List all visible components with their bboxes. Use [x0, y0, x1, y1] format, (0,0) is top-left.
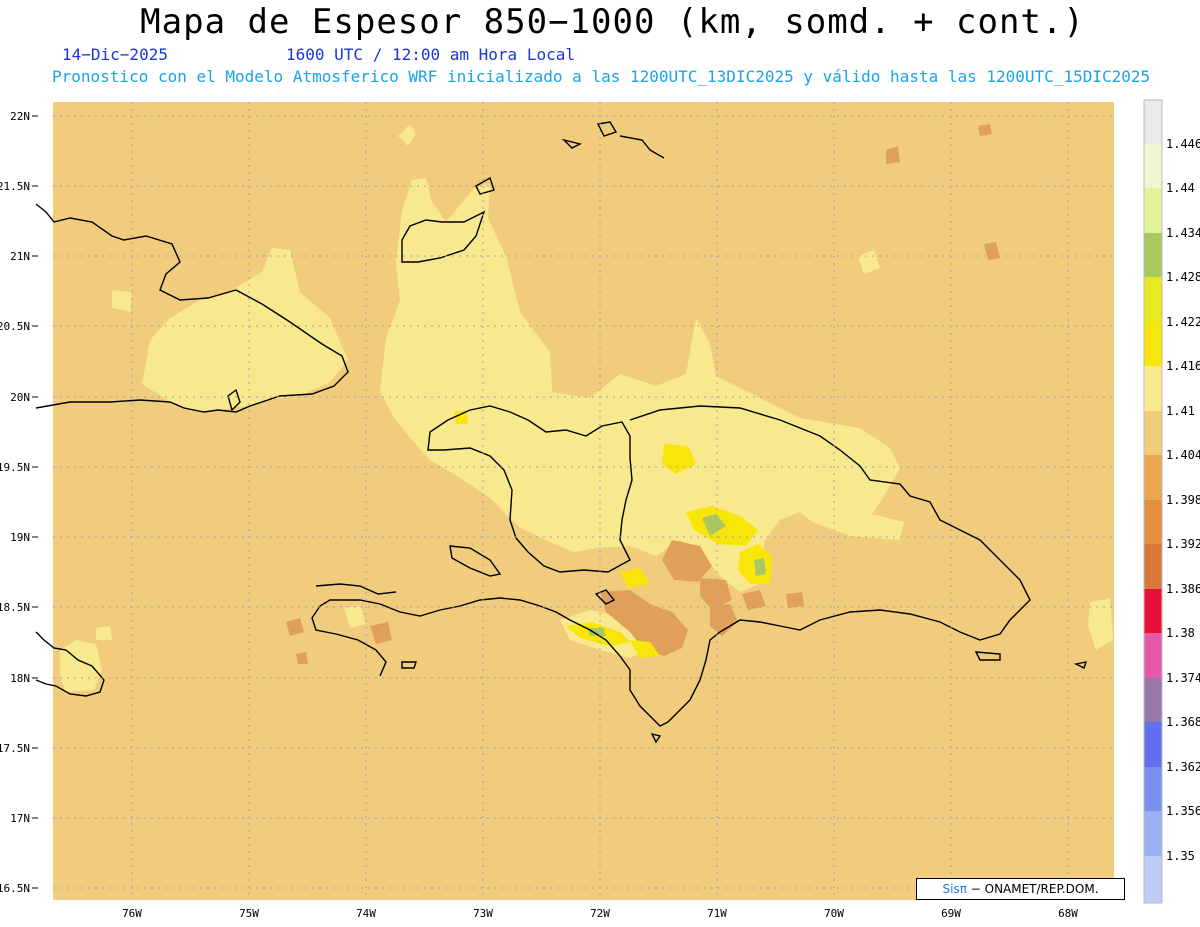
- lat-label: 20N: [10, 391, 30, 404]
- thickness-map: 22N 21.5N 21N 20.5N 20N 19.5N 19N 18.5N …: [0, 99, 1200, 920]
- lon-label: 70W: [824, 907, 844, 920]
- colorbar-label: 1.356: [1166, 804, 1200, 818]
- colorbar-swatch: [1144, 322, 1162, 366]
- longitude-labels: 76W 75W 74W 73W 72W 71W 70W 69W 68W: [122, 907, 1078, 920]
- colorbar: 1.446 1.44 1.434 1.428 1.422 1.416 1.41 …: [1143, 99, 1200, 904]
- colorbar-label: 1.446: [1166, 137, 1200, 151]
- lon-label: 68W: [1058, 907, 1078, 920]
- lat-label: 18N: [10, 672, 30, 685]
- colorbar-swatch: [1144, 722, 1162, 767]
- lat-label: 19N: [10, 531, 30, 544]
- colorbar-swatch: [1144, 678, 1162, 722]
- colorbar-swatch: [1144, 500, 1162, 544]
- latitude-ticks: [32, 115, 38, 889]
- lat-label: 20.5N: [0, 320, 30, 333]
- colorbar-swatch: [1144, 411, 1162, 455]
- colorbar-swatch: [1144, 144, 1162, 188]
- lat-label: 17N: [10, 812, 30, 825]
- colorbar-swatch: [1144, 366, 1162, 411]
- lat-label: 19.5N: [0, 461, 30, 474]
- colorbar-label: 1.368: [1166, 715, 1200, 729]
- credit-text: − ONAMET/REP.DOM.: [970, 882, 1099, 896]
- colorbar-label: 1.392: [1166, 537, 1200, 551]
- lon-label: 76W: [122, 907, 142, 920]
- lon-label: 73W: [473, 907, 493, 920]
- colorbar-swatch: [1144, 188, 1162, 233]
- lon-label: 71W: [707, 907, 727, 920]
- lat-label: 17.5N: [0, 742, 30, 755]
- colorbar-label: 1.44: [1166, 181, 1195, 195]
- lon-label: 72W: [590, 907, 610, 920]
- colorbar-label: 1.374: [1166, 671, 1200, 685]
- colorbar-label: 1.38: [1166, 626, 1195, 640]
- credit-box: Sisπ − ONAMET/REP.DOM.: [916, 878, 1125, 900]
- colorbar-swatch: [1144, 589, 1162, 633]
- lat-label: 21N: [10, 250, 30, 263]
- colorbar-label: 1.422: [1166, 315, 1200, 329]
- colorbar-label: 1.434: [1166, 226, 1200, 240]
- lon-label: 75W: [239, 907, 259, 920]
- colorbar-swatch: [1144, 811, 1162, 856]
- colorbar-label: 1.41: [1166, 404, 1195, 418]
- colorbar-swatch: [1144, 100, 1162, 144]
- colorbar-label: 1.362: [1166, 760, 1200, 774]
- lat-label: 22N: [10, 110, 30, 123]
- colorbar-swatch: [1144, 767, 1162, 811]
- colorbar-label: 1.398: [1166, 493, 1200, 507]
- colorbar-swatch: [1144, 856, 1162, 903]
- colorbar-swatch: [1144, 633, 1162, 678]
- colorbar-label: 1.35: [1166, 849, 1195, 863]
- lat-label: 21.5N: [0, 180, 30, 193]
- colorbar-label: 1.404: [1166, 448, 1200, 462]
- colorbar-label: 1.386: [1166, 582, 1200, 596]
- lon-label: 74W: [356, 907, 376, 920]
- colorbar-swatch: [1144, 455, 1162, 500]
- colorbar-swatch: [1144, 233, 1162, 277]
- lat-label: 18.5N: [0, 601, 30, 614]
- colorbar-label: 1.428: [1166, 270, 1200, 284]
- latitude-labels: 22N 21.5N 21N 20.5N 20N 19.5N 19N 18.5N …: [0, 110, 30, 895]
- lat-label: 16.5N: [0, 882, 30, 895]
- lon-label: 69W: [941, 907, 961, 920]
- colorbar-swatch: [1144, 277, 1162, 322]
- colorbar-swatch: [1144, 544, 1162, 589]
- colorbar-label: 1.416: [1166, 359, 1200, 373]
- credit-logo: Sisπ: [942, 882, 967, 896]
